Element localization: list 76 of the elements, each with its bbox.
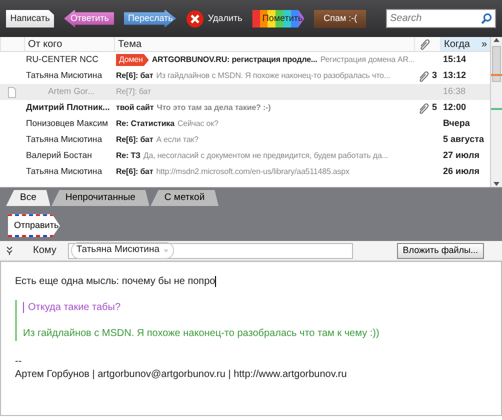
message-time: 27 июля — [443, 149, 480, 162]
message-body-field[interactable] — [0, 261, 502, 416]
subject: Re[7]: бат — [116, 86, 151, 98]
filter-tab[interactable]: С меткой — [150, 190, 219, 206]
sender: Понизовцев Максим — [26, 117, 108, 130]
column-header[interactable]: Когда — [444, 37, 470, 51]
to-label: Кому — [33, 244, 56, 258]
filter-tab[interactable]: Непрочитанные — [51, 190, 150, 206]
label-tag: Домен — [116, 54, 149, 66]
spam-button[interactable]: Спам :-( — [314, 10, 366, 28]
message-preview: http://msdn2.microsoft.com/en-us/library/aa511485.aspx — [156, 166, 350, 178]
send-button[interactable]: Отправить — [8, 214, 60, 238]
message-row[interactable]: Татьяна Мисютина Re[6]: бат А если так? 5 августа — [0, 132, 490, 148]
subject: Re[6]: бат — [116, 134, 154, 146]
message-time: 15:14 — [443, 53, 466, 66]
message-row[interactable]: Валерий Бостан Re: ТЗ Да, несогласий с документом не предвидится, будем работать да... 27 июля — [0, 148, 490, 164]
sender: Валерий Бостан — [26, 149, 92, 162]
delete-button[interactable]: Удалить — [186, 10, 242, 28]
column-header[interactable]: Тема — [114, 37, 414, 51]
attachment-count: 3 — [432, 69, 438, 82]
compose-button[interactable]: Написать — [6, 10, 54, 28]
message-preview: Да, несогласий с документом не предвидится, будем работать да... — [143, 150, 388, 162]
subject: Re: ТЗ — [116, 150, 140, 162]
sender: Татьяна Мисютина — [26, 69, 102, 82]
message-time: 13:12 — [443, 69, 466, 82]
caret-icon — [162, 248, 169, 252]
more-columns-button[interactable]: » — [481, 37, 487, 51]
sender: Татьяна Мисютина — [26, 133, 102, 146]
message-preview: А если так? — [156, 134, 198, 146]
message-row[interactable]: Татьяна Мисютина Re[6]: бат Из гайдлайнов с MSDN. Я похоже наконец-то разобралась что... 3 13:12 — [0, 68, 490, 84]
signature-separator: -- — [15, 355, 23, 368]
subject: Re[6]: бат — [116, 70, 154, 82]
scroll-marker — [491, 74, 502, 76]
message-preview: Что это там за дела такие? :-) — [156, 102, 271, 114]
scroll-marker — [491, 108, 502, 110]
signature: Артем Горбунов | artgorbunov@artgorbunov.ru | http://www.artgorbunov.ru — [15, 368, 348, 381]
message-time: 5 августа — [443, 133, 484, 146]
message-time: Вчера — [443, 117, 470, 130]
message-time: 12:00 — [443, 101, 466, 114]
search-field[interactable]: Search — [386, 9, 496, 28]
scrollbar[interactable] — [490, 37, 502, 187]
sender: RU-CENTER NCC — [26, 53, 98, 66]
attachment-count: 5 — [432, 101, 438, 114]
message-row[interactable]: Татьяна Мисютина Re[6]: бат http://msdn2.microsoft.com/en-us/library/aa511485.aspx 26 июля — [0, 164, 490, 180]
quoted-question: Откуда такие табы? — [23, 302, 121, 313]
message-row[interactable]: Дмитрий Плотник... твой сайт Что это там за дела такие? :-) 5 12:00 — [0, 100, 490, 116]
close-icon — [186, 10, 204, 28]
scrollbar-thumb[interactable] — [492, 46, 501, 82]
paperclip-icon — [417, 101, 430, 115]
sender: Artem Gor... — [47, 85, 95, 98]
recipient-field[interactable]: Татьяна Мисютина — [68, 242, 354, 258]
paperclip-icon — [418, 37, 431, 51]
page-icon — [8, 86, 16, 98]
column-header[interactable]: От кого — [24, 37, 114, 51]
message-preview: Сейчас ок? — [177, 118, 218, 130]
message-preview: Из гайдлайнов с MSDN. Я похоже наконец-то разобралась что... — [156, 70, 390, 82]
tag-button[interactable]: Пометить — [252, 10, 304, 28]
subject: Re[6]: бат — [116, 166, 154, 178]
recipient-chip[interactable]: Татьяна Мисютина — [71, 242, 174, 259]
sender: Дмитрий Плотник... — [26, 101, 110, 114]
filter-tab[interactable]: Все — [6, 190, 50, 206]
sender: Татьяна Мисютина — [26, 165, 102, 178]
message-time: 26 июля — [443, 165, 480, 178]
quoted-answer: Из гайдлайнов с MSDN. Я похоже наконец-то разобралась что там к чему :)) — [23, 327, 380, 341]
expand-icon — [6, 246, 13, 255]
paperclip-icon — [417, 69, 430, 83]
message-preview: Регистрация домена AR... — [320, 54, 414, 66]
subject: ARTGORBUNOV.RU: регистрация продле... — [152, 54, 318, 66]
message-row[interactable]: Понизовцев Максим Re: Статистика Сейчас ок? Вчера — [0, 116, 490, 132]
message-time: 16:38 — [443, 85, 466, 98]
body-text: Есть еще одна мысль: почему бы не попро — [15, 276, 216, 287]
message-row[interactable]: RU-CENTER NCC Домен ARTGORBUNOV.RU: регистрация продле... Регистрация домена AR... 15:14 — [0, 52, 490, 68]
subject: твой сайт — [116, 102, 154, 114]
subject: Re: Статистика — [116, 118, 174, 130]
search-icon — [481, 13, 492, 24]
attach-files-button[interactable]: Вложить файлы... — [396, 242, 484, 258]
